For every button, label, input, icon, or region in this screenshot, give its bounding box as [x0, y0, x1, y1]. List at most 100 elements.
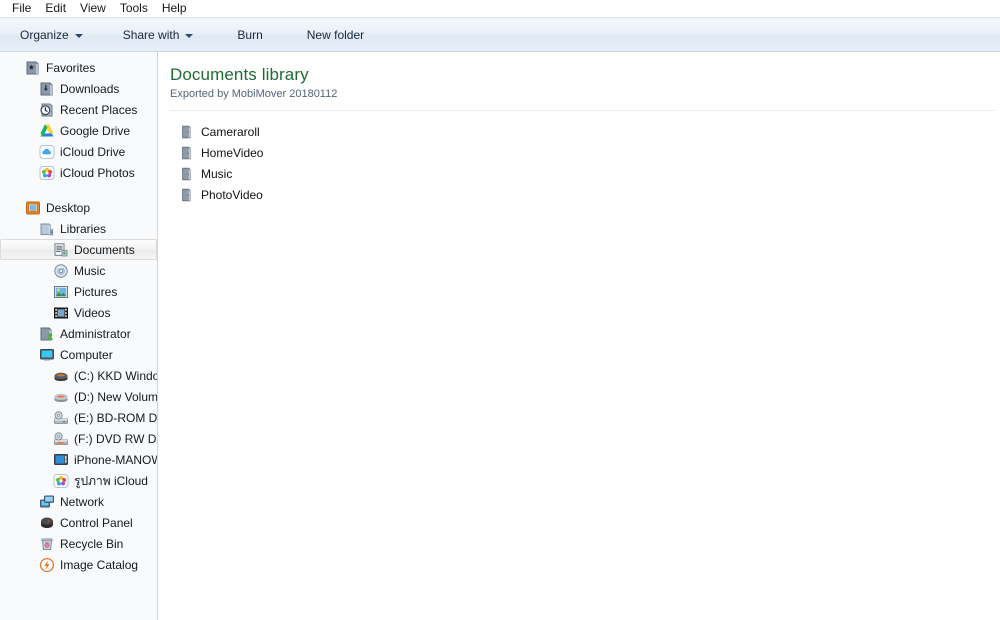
iphone-device-icon	[53, 452, 69, 468]
recent-places-clock-icon	[39, 102, 55, 118]
new-folder-button[interactable]: New folder	[297, 22, 374, 48]
sidebar-item-icloud-photos[interactable]: iCloud Photos	[0, 162, 157, 183]
sidebar-item-icloud[interactable]: รูปภาพ iCloud	[0, 470, 157, 491]
image-catalog-icon	[39, 557, 55, 573]
list-item[interactable]: HomeVideo	[170, 142, 470, 163]
sidebar-item-d-new-volume[interactable]: (D:) New Volume	[0, 386, 157, 407]
sidebar-item-label: Recent Places	[60, 102, 137, 118]
menu-edit[interactable]: Edit	[41, 0, 76, 17]
menu-bar: File Edit View Tools Help	[0, 0, 1000, 18]
file-name: PhotoVideo	[201, 188, 263, 202]
sidebar-item-label: Documents	[74, 242, 135, 258]
libraries-icon	[39, 221, 55, 237]
toolbar: Organize Share with Burn New folder	[0, 18, 1000, 52]
list-item[interactable]: Music	[170, 163, 470, 184]
sidebar-item-label: Favorites	[46, 60, 95, 76]
list-item[interactable]: PhotoVideo	[170, 184, 470, 205]
file-name: Music	[201, 167, 232, 181]
sidebar-item-recent-places[interactable]: Recent Places	[0, 99, 157, 120]
sidebar-item-label: Desktop	[46, 200, 90, 216]
sidebar-item-label: Image Catalog	[60, 557, 138, 573]
list-item[interactable]: Cameraroll	[170, 121, 470, 142]
dvd-rw-drive-icon	[53, 431, 69, 447]
sidebar-item-image-catalog[interactable]: Image Catalog	[0, 554, 157, 575]
favorites-star-folder-icon	[25, 60, 41, 76]
sidebar-item-desktop[interactable]: Desktop	[0, 197, 157, 218]
share-with-button[interactable]: Share with	[113, 22, 204, 48]
desktop-icon	[25, 200, 41, 216]
library-title: Documents library	[170, 64, 1000, 86]
burn-label: Burn	[237, 28, 262, 42]
downloads-folder-icon	[39, 81, 55, 97]
sidebar-item-network[interactable]: Network	[0, 491, 157, 512]
sidebar-item-recycle-bin[interactable]: Recycle Bin	[0, 533, 157, 554]
icloud-drive-cloud-icon	[39, 144, 55, 160]
sidebar-item-label: Libraries	[60, 221, 106, 237]
folder-icon	[179, 145, 195, 161]
sidebar-item-label: (E:) BD-ROM Drive	[74, 410, 158, 426]
folder-icon	[179, 166, 195, 182]
music-library-disc-icon	[53, 263, 69, 279]
navigation-pane[interactable]: Favorites Downloads Recent Places Google Dr…	[0, 52, 158, 620]
sidebar-item-pictures[interactable]: Pictures	[0, 281, 157, 302]
new-folder-label: New folder	[307, 28, 364, 42]
hard-drive-icon	[53, 389, 69, 405]
videos-library-film-icon	[53, 305, 69, 321]
control-panel-icon	[39, 515, 55, 531]
menu-view[interactable]: View	[76, 0, 116, 17]
menu-file[interactable]: File	[8, 0, 41, 17]
sidebar-item-libraries[interactable]: Libraries	[0, 218, 157, 239]
chevron-down-icon	[75, 34, 83, 38]
header-divider	[170, 110, 996, 111]
organize-label: Organize	[20, 28, 69, 42]
sidebar-item-control-panel[interactable]: Control Panel	[0, 512, 157, 533]
sidebar-item-administrator[interactable]: Administrator	[0, 323, 157, 344]
menu-help[interactable]: Help	[158, 0, 197, 17]
sidebar-item-c-kkd-windows[interactable]: (C:) KKD Windows	[0, 365, 157, 386]
sidebar-item-label: Music	[74, 263, 105, 279]
file-name: HomeVideo	[201, 146, 263, 160]
sidebar-item-favorites[interactable]: Favorites	[0, 57, 157, 78]
icloud-photos-flower-icon	[53, 473, 69, 489]
pictures-library-icon	[53, 284, 69, 300]
sidebar-item-label: Pictures	[74, 284, 117, 300]
folder-icon	[179, 124, 195, 140]
menu-tools[interactable]: Tools	[116, 0, 158, 17]
body-split: Favorites Downloads Recent Places Google Dr…	[0, 52, 1000, 620]
sidebar-item-e-bd-rom-drive[interactable]: (E:) BD-ROM Drive	[0, 407, 157, 428]
sidebar-item-label: iPhone-MANOW	[74, 452, 158, 468]
sidebar-item-label: iCloud Drive	[60, 144, 125, 160]
sidebar-item-label: Google Drive	[60, 123, 130, 139]
sidebar-item-label: Recycle Bin	[60, 536, 123, 552]
content-pane: Documents library Exported by MobiMover …	[158, 52, 1000, 620]
sidebar-item-label: Computer	[60, 347, 113, 363]
sidebar-item-label: Administrator	[60, 326, 131, 342]
sidebar-item-iphone-manow[interactable]: iPhone-MANOW	[0, 449, 157, 470]
organize-button[interactable]: Organize	[10, 22, 93, 48]
sidebar-item-label: Videos	[74, 305, 110, 321]
sidebar-item-label: Downloads	[60, 81, 119, 97]
sidebar-item-computer[interactable]: Computer	[0, 344, 157, 365]
sidebar-item-label: (D:) New Volume	[74, 389, 158, 405]
sidebar-item-documents[interactable]: Documents	[0, 239, 157, 260]
hard-drive-system-icon	[53, 368, 69, 384]
sidebar-item-label: iCloud Photos	[60, 165, 135, 181]
documents-library-icon	[53, 242, 69, 258]
sidebar-item-label: (C:) KKD Windows	[74, 368, 158, 384]
sidebar-item-downloads[interactable]: Downloads	[0, 78, 157, 99]
sidebar-item-music[interactable]: Music	[0, 260, 157, 281]
sidebar-item-google-drive[interactable]: Google Drive	[0, 120, 157, 141]
sidebar-item-videos[interactable]: Videos	[0, 302, 157, 323]
sidebar-item-f-dvd-rw-drive[interactable]: (F:) DVD RW Drive	[0, 428, 157, 449]
sidebar-item-icloud-drive[interactable]: iCloud Drive	[0, 141, 157, 162]
sidebar-item-label: Network	[60, 494, 104, 510]
sidebar-item-label: (F:) DVD RW Drive	[74, 431, 158, 447]
google-drive-icon	[39, 123, 55, 139]
file-list[interactable]: Cameraroll HomeVideo Music PhotoVideo	[170, 121, 1000, 205]
sidebar-item-label: รูปภาพ iCloud	[74, 473, 148, 489]
burn-button[interactable]: Burn	[227, 22, 272, 48]
network-icon	[39, 494, 55, 510]
bd-rom-drive-icon	[53, 410, 69, 426]
sidebar-item-label: Control Panel	[60, 515, 133, 531]
share-with-label: Share with	[123, 28, 180, 42]
